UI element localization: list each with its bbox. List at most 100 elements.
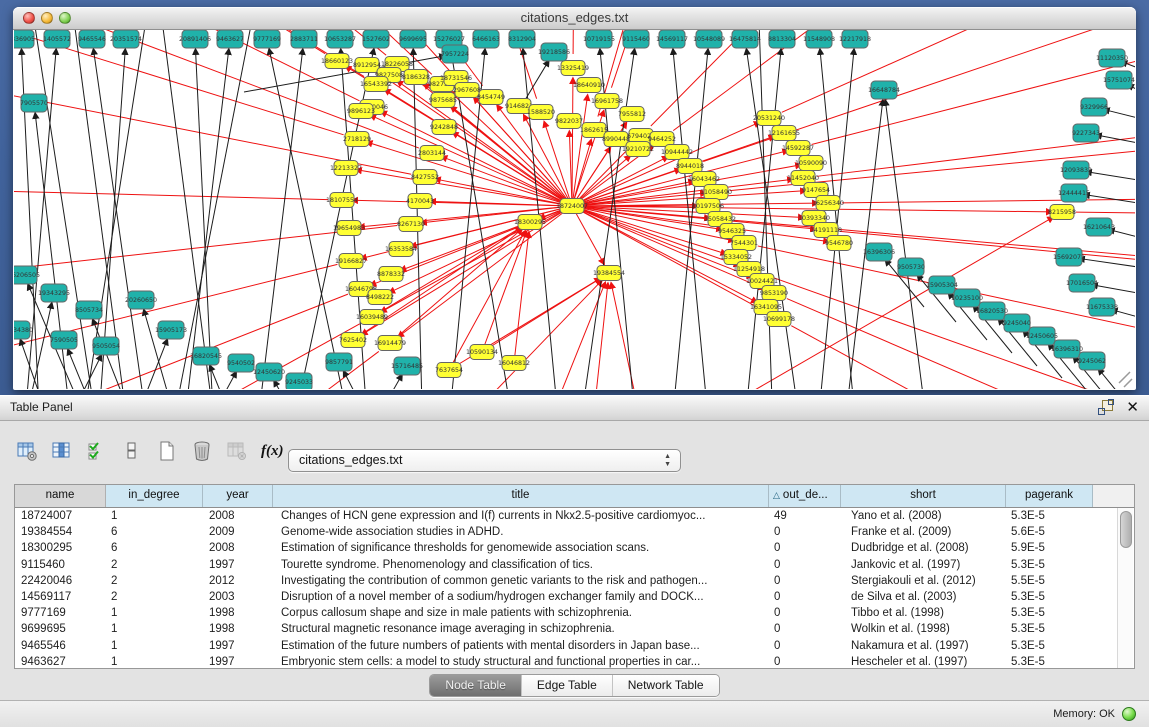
graph-node[interactable]: 8186328 (402, 70, 430, 85)
new-column-icon[interactable] (156, 439, 178, 463)
table-cell-in_degree[interactable]: 1 (106, 638, 203, 654)
column-header-in_degree[interactable]: in_degree (106, 485, 203, 507)
table-row[interactable]: 911546021997Tourette syndrome. Phenomeno… (15, 557, 1134, 573)
table-cell-in_degree[interactable]: 2 (106, 589, 203, 605)
table-cell-short[interactable]: Dudbridge et al. (2008) (841, 540, 1006, 556)
graph-node[interactable]: 18724007 (556, 199, 588, 214)
graph-node[interactable]: 12161655 (768, 126, 800, 141)
graph-node[interactable]: 19384554 (593, 266, 625, 281)
graph-node[interactable]: 9505730 (897, 258, 925, 276)
table-cell-short[interactable]: Franke et al. (2009) (841, 524, 1006, 540)
table-cell-name[interactable]: 18300295 (15, 540, 106, 556)
graph-node[interactable]: 20891406 (179, 30, 211, 48)
graph-node[interactable]: 9875685 (429, 93, 457, 108)
graph-node[interactable]: 7544301 (730, 236, 758, 251)
graph-node[interactable]: 16046812 (498, 356, 530, 371)
table-cell-title[interactable]: Disruption of a novel member of a sodium… (273, 589, 769, 605)
graph-node[interactable]: 8813304 (768, 30, 796, 48)
table-cell-year[interactable]: 2008 (203, 540, 273, 556)
table-cell-short[interactable]: Yano et al. (2008) (841, 508, 1006, 524)
table-cell-name[interactable]: 18724007 (15, 508, 106, 524)
table-cell-pagerank[interactable]: 5.6E-5 (1006, 524, 1093, 540)
graph-node[interactable]: 15905173 (155, 321, 187, 339)
graph-node[interactable]: 9540502 (227, 354, 255, 372)
scrollbar-thumb[interactable] (1120, 511, 1132, 548)
function-builder-icon[interactable]: f(x) (261, 443, 284, 460)
graph-node[interactable]: 10235100 (951, 289, 983, 307)
table-row[interactable]: 2242004622012Investigating the contribut… (15, 573, 1134, 589)
network-canvas[interactable]: 1872400718300295193845541866012389129541… (14, 30, 1135, 389)
graph-node[interactable]: 7955812 (618, 107, 646, 122)
table-cell-out_de[interactable]: 0 (769, 540, 841, 556)
table-cell-short[interactable]: Jankovic et al. (1997) (841, 557, 1006, 573)
graph-node[interactable]: 18107554 (326, 193, 358, 208)
table-row[interactable]: 1830029562008Estimation of significance … (15, 540, 1134, 556)
graph-node[interactable]: 8427552 (411, 170, 439, 185)
graph-node[interactable]: 12213327 (330, 161, 362, 176)
table-cell-title[interactable]: Estimation of the future numbers of pati… (273, 638, 769, 654)
table-scrollbar[interactable] (1117, 508, 1133, 668)
graph-node[interactable]: 20351574 (110, 30, 142, 48)
graph-node[interactable]: 19210722 (622, 142, 654, 157)
graph-node[interactable]: 2803144 (418, 146, 446, 161)
graph-node[interactable]: 9329966 (1080, 98, 1108, 116)
graph-node[interactable]: 9227343 (1072, 124, 1100, 142)
table-cell-pagerank[interactable]: 5.3E-5 (1006, 621, 1093, 637)
column-header-out_de[interactable]: △out_de... (769, 485, 841, 507)
table-cell-short[interactable]: Wolkin et al. (1998) (841, 621, 1006, 637)
tab-edge-table[interactable]: Edge Table (521, 675, 612, 696)
graph-node[interactable]: 7905570 (20, 94, 48, 112)
graph-node[interactable]: 18660123 (321, 54, 353, 69)
graph-node[interactable]: 9699695 (399, 30, 427, 48)
graph-node[interactable]: 16820545 (190, 347, 222, 365)
table-cell-pagerank[interactable]: 5.3E-5 (1006, 557, 1093, 573)
graph-node[interactable]: 9777169 (253, 30, 281, 48)
graph-node[interactable]: 15716485 (391, 357, 423, 375)
graph-node[interactable]: 10699178 (763, 312, 795, 327)
table-cell-in_degree[interactable]: 2 (106, 573, 203, 589)
zoom-window-button[interactable] (59, 12, 71, 24)
table-cell-out_de[interactable]: 0 (769, 573, 841, 589)
graph-node[interactable]: 8878332 (377, 267, 405, 282)
table-cell-year[interactable]: 1997 (203, 638, 273, 654)
table-cell-pagerank[interactable]: 5.3E-5 (1006, 605, 1093, 621)
graph-node[interactable]: 16353584 (385, 242, 417, 257)
graph-node[interactable]: 16210643 (1083, 218, 1115, 236)
graph-node[interactable]: 7625402 (339, 333, 367, 348)
graph-node[interactable]: 12450620 (253, 363, 285, 381)
graph-node[interactable]: 8498222 (366, 290, 394, 305)
graph-node[interactable]: 16256340 (812, 196, 844, 211)
delete-table-icon[interactable] (226, 439, 248, 463)
graph-node[interactable]: 11548908 (803, 30, 835, 48)
graph-node[interactable]: 9857791 (325, 353, 353, 371)
graph-node[interactable]: 1588520 (527, 105, 555, 120)
graph-node[interactable]: 19654983 (333, 221, 365, 236)
graph-node[interactable]: 9822037 (555, 114, 583, 129)
graph-node[interactable]: 10653287 (324, 30, 356, 48)
table-cell-in_degree[interactable]: 2 (106, 557, 203, 573)
graph-node[interactable]: 12450605 (1026, 327, 1058, 345)
graph-node[interactable]: 11675338 (1086, 298, 1118, 316)
table-row[interactable]: 1872400712008Changes of HCN gene express… (15, 508, 1134, 524)
graph-node[interactable]: 16961758 (591, 94, 623, 109)
table-cell-name[interactable]: 19384554 (15, 524, 106, 540)
table-cell-out_de[interactable]: 49 (769, 508, 841, 524)
graph-node[interactable]: 18300295 (514, 215, 546, 230)
table-cell-pagerank[interactable]: 5.9E-5 (1006, 540, 1093, 556)
table-cell-name[interactable]: 9463627 (15, 654, 106, 669)
graph-node[interactable]: 9465546 (78, 30, 106, 48)
graph-node[interactable]: 2718129 (343, 132, 371, 147)
table-cell-in_degree[interactable]: 6 (106, 540, 203, 556)
graph-node[interactable]: 10944442 (661, 145, 693, 160)
table-row[interactable]: 969969511998Structural magnetic resonanc… (15, 621, 1134, 637)
table-cell-title[interactable]: Estimation of significance thresholds fo… (273, 540, 769, 556)
table-cell-pagerank[interactable]: 5.3E-5 (1006, 589, 1093, 605)
graph-node[interactable]: 10548089 (693, 30, 725, 48)
table-cell-name[interactable]: 14569117 (15, 589, 106, 605)
close-panel-icon[interactable]: ✕ (1126, 397, 1139, 419)
column-header-title[interactable]: title (273, 485, 769, 507)
column-header-short[interactable]: short (841, 485, 1006, 507)
graph-node[interactable]: 9242848 (430, 120, 458, 135)
table-cell-pagerank[interactable]: 5.3E-5 (1006, 654, 1093, 669)
table-cell-in_degree[interactable]: 6 (106, 524, 203, 540)
